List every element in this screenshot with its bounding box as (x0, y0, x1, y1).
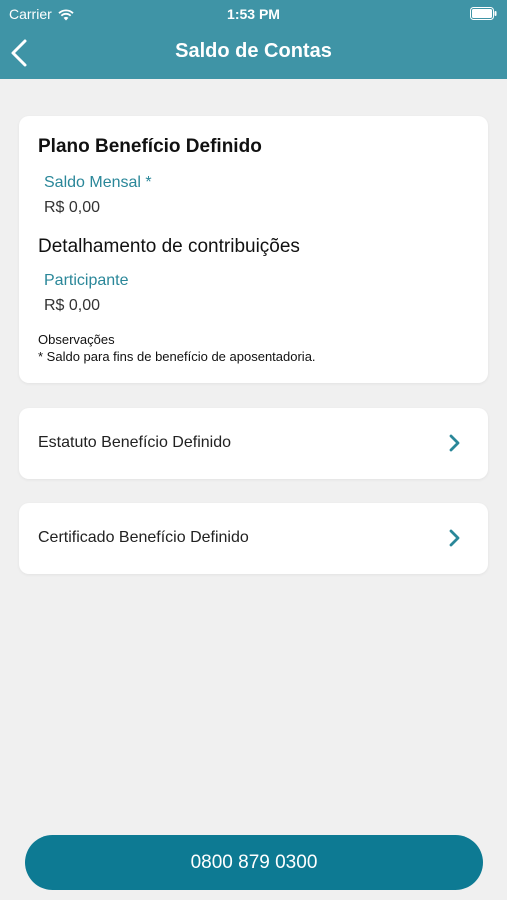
header: Carrier 1:53 PM Saldo de Contas (0, 0, 507, 79)
estatuto-link[interactable]: Estatuto Benefício Definido (19, 408, 488, 479)
participante-label: Participante (44, 272, 129, 289)
saldo-mensal-value: R$ 0,00 (44, 199, 101, 216)
estatuto-label: Estatuto Benefício Definido (38, 434, 232, 451)
status-time: 1:53 PM (227, 6, 280, 22)
observacoes-text: * Saldo para fins de benefício de aposen… (38, 349, 316, 364)
detalhamento-title: Detalhamento de contribuições (38, 236, 300, 257)
phone-call-button[interactable]: 0800 879 0300 (25, 835, 483, 890)
chevron-right-icon (449, 529, 460, 547)
participante-value: R$ 0,00 (44, 297, 101, 314)
page-title: Saldo de Contas (175, 40, 332, 62)
chevron-right-icon (449, 434, 460, 452)
observacoes-label: Observações (38, 332, 115, 347)
saldo-mensal-label: Saldo Mensal * (44, 174, 152, 191)
plan-title: Plano Benefício Definido (38, 136, 262, 157)
plan-card: Plano Benefício Definido Saldo Mensal * … (19, 116, 488, 383)
battery-icon (470, 7, 497, 20)
nav-bar: Saldo de Contas (0, 28, 507, 79)
certificado-label: Certificado Benefício Definido (38, 529, 249, 546)
status-bar: Carrier 1:53 PM (0, 0, 507, 28)
certificado-link[interactable]: Certificado Benefício Definido (19, 503, 488, 574)
